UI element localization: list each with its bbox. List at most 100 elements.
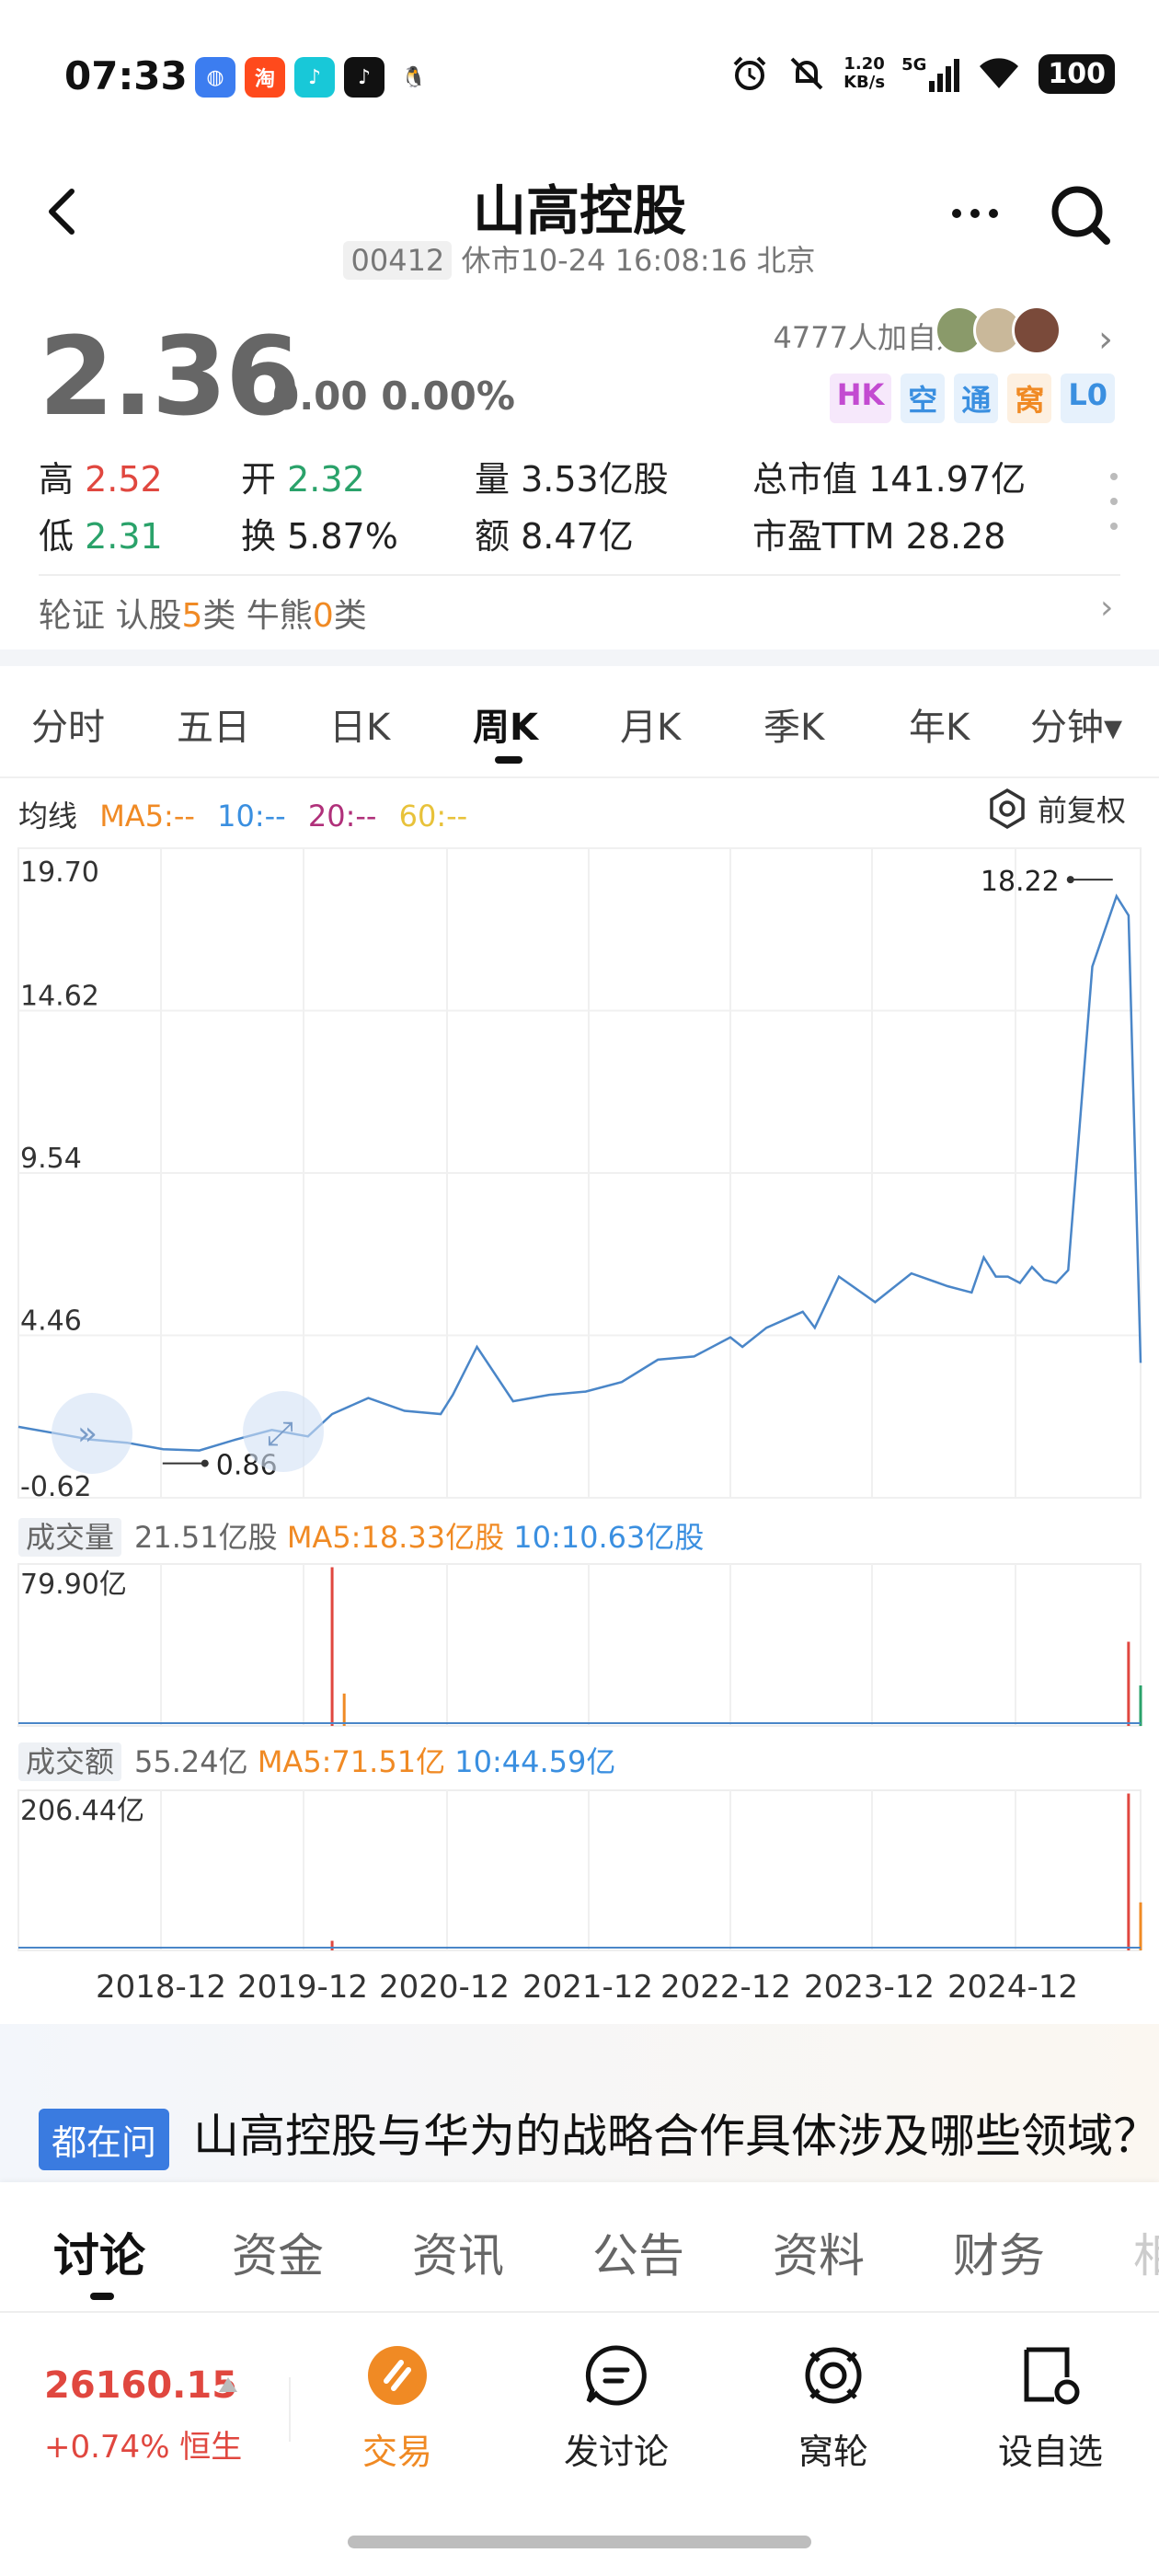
stock-subtitle: 00412 休市10-24 16:08:16 北京 [0,237,1159,280]
wifi-icon [980,58,1019,88]
notification-icons: ◍ 淘 ♪ ♪ 🐧 [195,57,434,98]
x-tick-label: 2022-12 [660,1969,792,2006]
status-bar: 07:33 ◍ 淘 ♪ ♪ 🐧 1.20 KB/s 5G 100 [0,0,1159,156]
tiktok-lite-icon: ♪ [294,57,335,98]
market-status: 休市10-24 16:08:16 北京 [461,243,816,278]
turnover-legend: 成交额 55.24亿 MA5:71.51亿 10:44.59亿 [18,1739,615,1781]
x-tick-label: 2018-12 [96,1969,227,2006]
avatar [1012,305,1061,355]
tab-related[interactable]: 相 [1133,2219,1159,2285]
tab-minute[interactable]: 分钟▾ [1030,697,1122,751]
divider [0,776,1159,778]
market-badge: 空 [901,374,946,423]
tab-daily-k[interactable]: 日K [329,697,390,751]
stat-high: 高 2.52 [39,459,163,500]
trade-button[interactable]: 交易 [315,2340,480,2474]
news-text: 山高控股与华为的战略合作具体涉及哪些领域？ [193,2110,1142,2163]
y-tick-label: -0.62 [20,1471,92,1503]
tab-announcements[interactable]: 公告 [592,2219,684,2285]
tab-financials[interactable]: 财务 [953,2219,1045,2285]
tab-intraday[interactable]: 分时 [31,697,105,751]
turnover-current: 55.24亿 [134,1744,248,1779]
market-badge: 窝 [1007,374,1052,423]
market-badge: 通 [954,374,999,423]
tab-yearly-k[interactable]: 年K [909,697,970,751]
x-tick-label: 2023-12 [804,1969,935,2006]
wolun-button[interactable]: 窝轮 [751,2340,916,2474]
price-chart[interactable]: 19.7014.629.544.46-0.6218.220.86» ⤢79.90亿… [0,828,1159,1969]
alarm-icon [733,56,766,90]
tab-monthly-k[interactable]: 月K [620,697,681,751]
index-change[interactable]: +0.74% 恒生 [44,2421,242,2467]
tab-quarterly-k[interactable]: 季K [763,697,824,751]
news-item[interactable]: 都在问 山高控股与华为的战略合作具体涉及哪些领域？ [39,2099,1142,2182]
tab-news[interactable]: 资讯 [412,2219,504,2285]
y-tick-label: 19.70 [20,857,99,889]
stock-badges: HK 空通窝 L0 [829,374,1115,423]
watchlist-add-icon [1024,2347,1080,2405]
battery-indicator: 100 [1039,53,1115,94]
status-time: 07:33 [64,53,188,98]
chat-bubble-icon [585,2345,647,2406]
stat-low: 低 2.31 [39,516,163,557]
follower-avatars[interactable] [935,305,1061,355]
max-marker [1066,876,1074,884]
stat-amount: 额 8.47亿 [475,516,634,557]
max-price-label: 18.22 [981,866,1060,898]
post-discussion-button[interactable]: 发讨论 [534,2340,699,2474]
more-vertical-icon[interactable] [1107,469,1120,534]
network-speed: 1.20 KB/s [843,54,886,92]
active-tab-indicator [495,756,522,764]
taobao-icon: 淘 [245,57,285,98]
volume-legend: 成交量 21.51亿股 MA5:18.33亿股 10:10.63亿股 [18,1514,704,1557]
market-badge: L0 [1061,374,1115,423]
section-gap [0,650,1159,666]
active-tab-indicator [90,2293,114,2300]
stock-header: 山高控股 00412 休市10-24 16:08:16 北京 [0,156,1159,294]
more-icon[interactable] [938,186,1012,241]
news-tag: 都在问 [39,2109,170,2170]
wolun-icon [805,2347,862,2404]
index-value[interactable]: 26160.15 [44,2364,237,2407]
y-tick-label: 79.90亿 [20,1569,127,1601]
stat-turnover: 换 5.87% [241,516,398,557]
x-axis-dates: 2018-12 2019-12 2020-12 2021-12 2022-12 … [0,1969,1159,2015]
y-tick-label: 206.44亿 [20,1795,144,1827]
settings-icon [990,788,1025,830]
y-tick-label: 14.62 [20,981,99,1013]
adjust-toggle[interactable]: 前复权 [986,788,1126,830]
up-triangle-icon [219,2377,237,2392]
tab-profile[interactable]: 资料 [773,2219,865,2285]
stat-open: 开 2.32 [241,459,365,500]
divider [39,574,1120,576]
volume-current: 21.51亿股 [134,1520,278,1555]
tab-funds[interactable]: 资金 [232,2219,324,2285]
double-chevron-icon: » [77,1415,98,1453]
bottom-toolbar: 26160.15 +0.74% 恒生 交易 发讨论 窝轮 设自选 [0,2313,1159,2524]
chevron-right-icon[interactable]: › [1100,589,1113,627]
stat-volume: 量 3.53亿股 [475,459,669,500]
stat-market-cap: 总市值 141.97亿 [752,459,1027,500]
divider [289,2377,291,2442]
chevron-right-icon[interactable]: › [1098,318,1113,361]
adjust-label: 前复权 [1037,793,1126,828]
bottom-tabs: 讨论 资金 资讯 公告 资料 财务 相 [0,2182,1159,2311]
volume-ma5: MA5:18.33亿股 [286,1520,505,1555]
market-badge: HK [829,374,892,423]
warrants-row[interactable]: 轮证 认股5类 牛熊0类 [39,589,367,637]
x-tick-label: 2020-12 [379,1969,511,2006]
x-tick-label: 2019-12 [237,1969,369,2006]
tab-weekly-k[interactable]: 周K [473,697,538,751]
add-watchlist-button[interactable]: 设自选 [968,2340,1133,2474]
y-tick-label: 9.54 [20,1143,82,1175]
tab-five-day[interactable]: 五日 [177,697,250,751]
search-icon[interactable] [1044,178,1118,252]
stat-pe: 市盈TTM 28.28 [752,516,1006,557]
turnover-ma5: MA5:71.51亿 [257,1744,446,1779]
min-marker [201,1459,209,1467]
chart-panel-frame [17,1563,1142,1727]
chart-panel-frame [17,1789,1142,1951]
x-tick-label: 2024-12 [947,1969,1079,2006]
tab-discussion[interactable]: 讨论 [53,2219,145,2285]
x-tick-label: 2021-12 [522,1969,654,2006]
